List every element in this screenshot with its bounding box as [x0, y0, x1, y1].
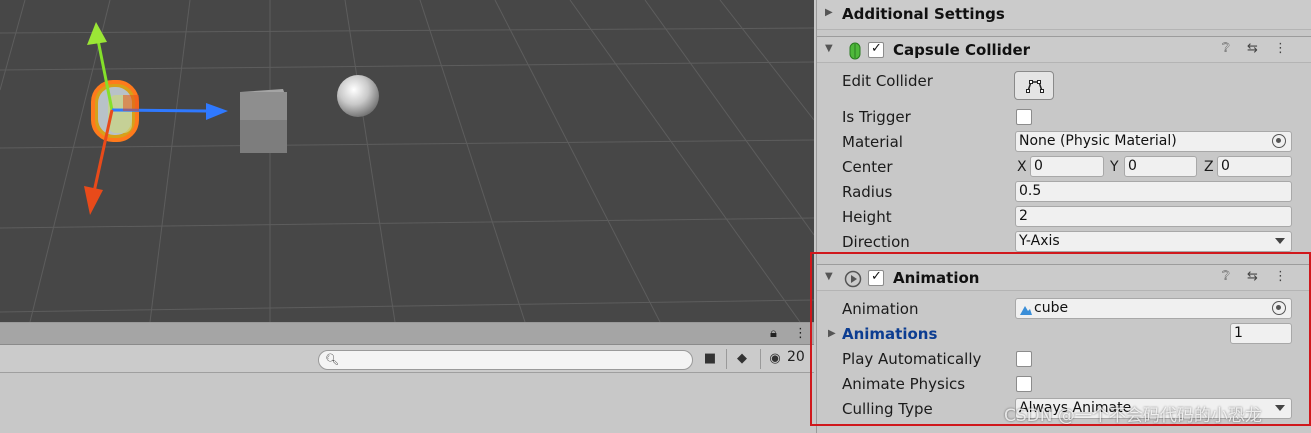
direction-value: Y-Axis — [1019, 233, 1060, 249]
play-automatically-label: Play Automatically — [842, 350, 982, 368]
hierarchy-panel: 🔒︎ ⋮ 🔍︎ ■ ◆ ◉ 20 — [0, 322, 814, 433]
center-z-label: Z — [1204, 159, 1214, 175]
toolbar-divider — [726, 349, 727, 369]
dropdown-arrow-icon — [1275, 405, 1285, 411]
hidden-eye-icon[interactable]: ◉ — [764, 349, 786, 369]
material-label: Material — [842, 133, 903, 151]
animations-array-label[interactable]: Animations — [842, 325, 937, 343]
capsule-collider-header[interactable]: ▼ Capsule Collider ❔︎ ⇆ ⋮ — [817, 36, 1311, 63]
watermark-text: CSDN @一个不会码代码的小恐龙 — [1004, 406, 1262, 426]
panel-toolbar: 🔍︎ ■ ◆ ◉ 20 — [0, 345, 814, 373]
dropdown-arrow-icon — [1275, 238, 1285, 244]
foldout-down-icon[interactable]: ▼ — [825, 43, 833, 54]
center-label: Center — [842, 158, 893, 176]
capsule-collider-icon — [847, 42, 863, 60]
animation-clip-value: cube — [1034, 300, 1069, 316]
material-value: None (Physic Material) — [1019, 133, 1177, 149]
help-icon[interactable]: ❔︎ — [1222, 269, 1230, 284]
kebab-menu-icon[interactable]: ⋮ — [1274, 269, 1287, 284]
height-field[interactable]: 2 — [1015, 206, 1292, 227]
additional-settings-title: Additional Settings — [842, 5, 1005, 23]
foldout-down-icon[interactable]: ▼ — [825, 271, 833, 282]
radius-field[interactable]: 0.5 — [1015, 181, 1292, 202]
animations-size-field[interactable]: 1 — [1230, 323, 1292, 344]
height-value: 2 — [1019, 208, 1028, 224]
scene-grid — [0, 0, 814, 322]
capsule-collider-title: Capsule Collider — [893, 41, 1031, 59]
scene-view[interactable] — [0, 0, 814, 322]
animations-size-value: 1 — [1234, 325, 1243, 341]
additional-settings-header[interactable]: ▶ Additional Settings — [817, 0, 1311, 30]
center-y-value: 0 — [1128, 158, 1137, 174]
label-tag-icon[interactable]: ◆ — [731, 349, 753, 369]
lock-icon[interactable]: 🔒︎ — [770, 326, 777, 341]
animation-title: Animation — [893, 269, 980, 287]
sphere-object[interactable] — [337, 75, 379, 117]
edit-collider-icon — [1026, 80, 1044, 93]
object-picker-icon[interactable] — [1272, 134, 1286, 148]
object-picker-icon[interactable] — [1272, 301, 1286, 315]
animation-clip-label: Animation — [842, 300, 919, 318]
center-z-value: 0 — [1221, 158, 1230, 174]
animation-enabled-checkbox[interactable] — [868, 269, 884, 286]
edit-collider-button[interactable] — [1014, 71, 1054, 100]
is-trigger-label: Is Trigger — [842, 108, 911, 126]
edit-collider-label: Edit Collider — [842, 72, 933, 90]
kebab-menu-icon[interactable]: ⋮ — [794, 326, 807, 341]
animate-physics-label: Animate Physics — [842, 375, 966, 393]
material-field[interactable]: None (Physic Material) — [1015, 131, 1292, 152]
help-icon[interactable]: ❔︎ — [1222, 41, 1230, 56]
radius-value: 0.5 — [1019, 183, 1042, 199]
animations-foldout-icon[interactable]: ▶ — [828, 328, 836, 339]
animation-header[interactable]: ▼ Animation ❔︎ ⇆ ⋮ — [817, 264, 1311, 291]
center-x-label: X — [1017, 159, 1027, 175]
hidden-count: 20 — [787, 349, 805, 365]
kebab-menu-icon[interactable]: ⋮ — [1274, 41, 1287, 56]
foldout-right-icon[interactable]: ▶ — [825, 7, 833, 18]
is-trigger-checkbox[interactable] — [1016, 109, 1032, 125]
center-y-field[interactable]: 0 — [1124, 156, 1197, 177]
capsule-collider-enabled-checkbox[interactable] — [868, 41, 884, 58]
animation-clip-field[interactable]: cube — [1015, 298, 1292, 319]
animation-icon — [844, 270, 862, 288]
animate-physics-checkbox[interactable] — [1016, 376, 1032, 392]
cube-object[interactable] — [240, 89, 287, 153]
animation-clip-icon — [1020, 306, 1032, 315]
center-x-field[interactable]: 0 — [1030, 156, 1104, 177]
presets-icon[interactable]: ⇆ — [1247, 41, 1258, 56]
direction-dropdown[interactable]: Y-Axis — [1015, 231, 1292, 252]
search-field[interactable]: 🔍︎ — [318, 350, 693, 370]
culling-type-label: Culling Type — [842, 400, 933, 418]
filter-by-type-icon[interactable]: ■ — [699, 349, 721, 369]
presets-icon[interactable]: ⇆ — [1247, 269, 1258, 284]
center-y-label: Y — [1110, 159, 1119, 175]
center-x-value: 0 — [1034, 158, 1043, 174]
panel-tab-strip: 🔒︎ ⋮ — [0, 323, 814, 345]
direction-label: Direction — [842, 233, 910, 251]
center-z-field[interactable]: 0 — [1217, 156, 1292, 177]
play-automatically-checkbox[interactable] — [1016, 351, 1032, 367]
inspector-panel: ▶ Additional Settings ▼ Capsule Collider… — [816, 0, 1311, 433]
radius-label: Radius — [842, 183, 893, 201]
search-input[interactable] — [337, 352, 687, 368]
toolbar-divider — [760, 349, 761, 369]
height-label: Height — [842, 208, 892, 226]
